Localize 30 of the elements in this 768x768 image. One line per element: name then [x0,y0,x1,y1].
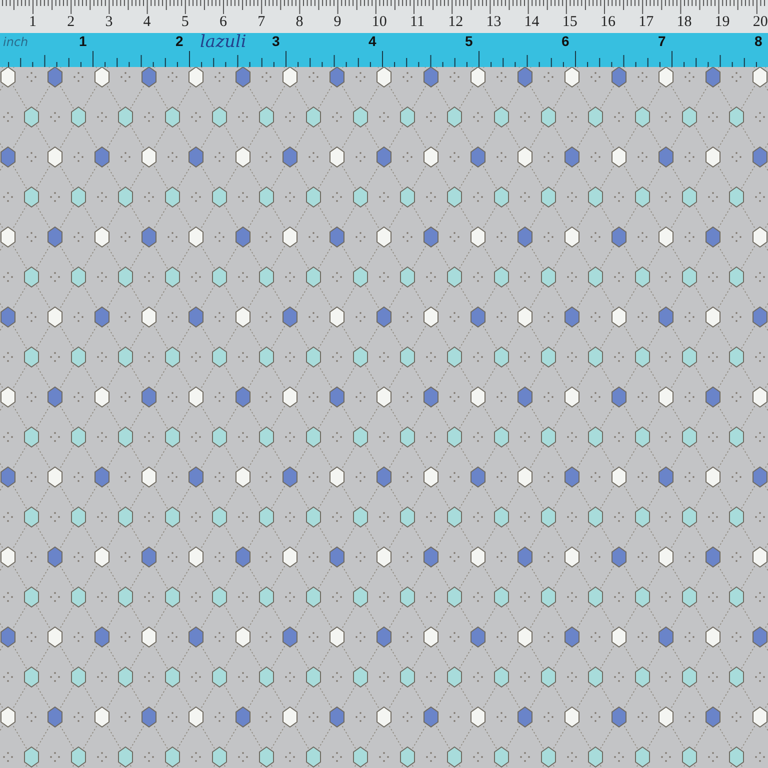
ruler-label: inch [3,35,28,49]
cm-number: 16 [600,13,616,31]
cm-number: 14 [524,13,540,31]
cm-number: 12 [448,13,464,31]
cm-number: 8 [296,13,304,31]
inch-number: 1 [79,33,87,50]
cm-number: 19 [714,13,730,31]
inch-number: 4 [368,33,376,50]
cm-number: 11 [410,13,424,31]
inch-number: 6 [562,33,570,50]
cm-number: 15 [562,13,578,31]
cm-number: 5 [181,13,189,31]
inch-number: 3 [272,33,280,50]
cm-number: 17 [638,13,654,31]
inch-number: 7 [658,33,666,50]
cm-number: 10 [372,13,387,31]
cm-number: 18 [676,13,692,31]
inch-number: 5 [465,33,473,50]
cm-number: 6 [220,13,227,31]
cm-number: 20 [752,13,768,31]
cm-number: 7 [258,13,266,31]
cm-number: 4 [143,13,151,31]
cm-number: 2 [67,13,75,31]
cm-number: 3 [105,13,113,31]
cm-number: 1 [29,13,36,31]
cm-number: 9 [334,13,342,31]
inch-number: 2 [176,33,184,50]
inch-number: 8 [754,33,762,50]
cm-number: 13 [486,13,502,31]
handwritten-note: lazuli [200,32,246,52]
